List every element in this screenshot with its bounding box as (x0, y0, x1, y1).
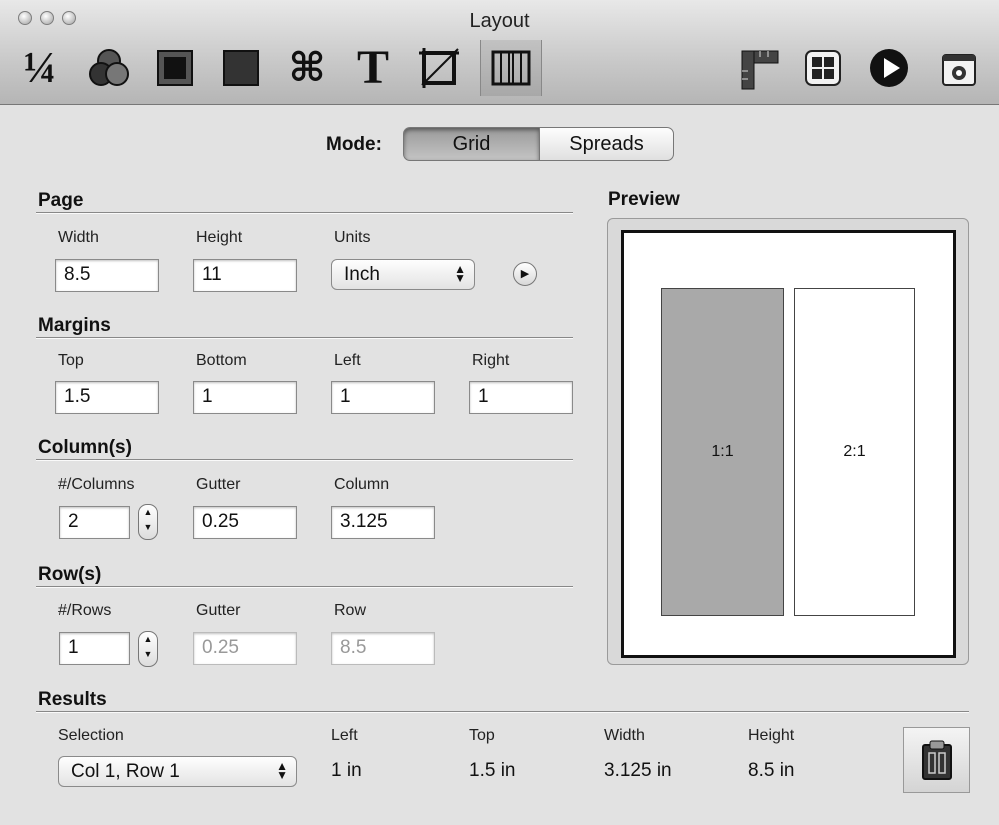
margins-heading: Margins (38, 315, 111, 336)
camera-icon[interactable] (936, 42, 982, 94)
column-gutter-label: Gutter (196, 476, 241, 493)
selection-value: Col 1, Row 1 (71, 761, 180, 782)
result-top-label: Top (469, 727, 495, 744)
margins-divider (36, 337, 573, 339)
preview-cell-1[interactable]: 1:1 (661, 288, 784, 616)
preview-cell-2-label: 2:1 (843, 443, 866, 460)
grid-icon[interactable] (800, 42, 846, 94)
columns-icon[interactable] (480, 40, 542, 96)
result-left-label: Left (331, 727, 358, 744)
units-value: Inch (344, 264, 380, 285)
columns-stepper[interactable]: ▲ ▼ (138, 504, 158, 540)
page-heading: Page (38, 190, 84, 211)
command-icon[interactable]: ⌘ (284, 42, 330, 94)
height-label: Height (196, 229, 243, 246)
fraction-icon[interactable]: ¼ (16, 42, 64, 94)
gray-square-icon[interactable] (218, 42, 264, 94)
bottom-label: Bottom (196, 352, 247, 369)
layout-window: Layout ¼ ⌘ T Mode: Grid Spreads Page Wid… (0, 0, 999, 825)
play-small-icon[interactable]: ▶ (513, 262, 537, 286)
result-height-label: Height (748, 727, 795, 744)
rows-count-field[interactable]: 1 (59, 632, 130, 665)
top-label: Top (58, 352, 84, 369)
column-gutter-field[interactable]: 0.25 (193, 506, 297, 539)
results-divider (36, 711, 969, 713)
page-height-field[interactable]: 11 (193, 259, 297, 292)
toolbar: Layout ¼ ⌘ T (0, 0, 999, 105)
column-width-field[interactable]: 3.125 (331, 506, 435, 539)
rows-divider (36, 586, 573, 588)
result-width-label: Width (604, 727, 645, 744)
result-width-value: 3.125 in (604, 760, 672, 781)
column-width-label: Column (334, 476, 390, 493)
margin-bottom-field[interactable]: 1 (193, 381, 297, 414)
preview-cell-2[interactable]: 2:1 (794, 288, 915, 616)
columns-heading: Column(s) (38, 437, 132, 458)
row-height-label: Row (334, 602, 367, 619)
preview-cell-1-label: 1:1 (711, 443, 734, 460)
preview-heading: Preview (608, 189, 680, 210)
row-height-field: 8.5 (331, 632, 435, 665)
units-label: Units (334, 229, 371, 246)
page-divider (36, 212, 573, 214)
copy-to-clipboard-button[interactable] (903, 727, 970, 793)
play-icon[interactable] (866, 42, 912, 94)
clipboard-icon (921, 740, 952, 780)
row-gutter-field: 0.25 (193, 632, 297, 665)
mode-spreads-button[interactable]: Spreads (539, 127, 674, 161)
columns-count-field[interactable]: 2 (59, 506, 130, 539)
columns-divider (36, 459, 573, 461)
shadow-square-icon[interactable] (152, 42, 198, 94)
mode-label: Mode: (326, 134, 382, 155)
page-width-field[interactable]: 8.5 (55, 259, 159, 292)
selection-label: Selection (58, 727, 124, 744)
crop-icon[interactable] (414, 42, 464, 94)
rows-stepper[interactable]: ▲ ▼ (138, 631, 158, 667)
text-icon[interactable]: T (350, 42, 396, 94)
selection-popup[interactable]: Col 1, Row 1 ▲ ▼ (58, 756, 297, 787)
right-label: Right (472, 352, 510, 369)
left-label: Left (334, 352, 361, 369)
result-left-value: 1 in (331, 760, 362, 781)
margin-right-field[interactable]: 1 (469, 381, 573, 414)
columns-count-label: #/Columns (58, 476, 135, 493)
rows-count-label: #/Rows (58, 602, 112, 619)
width-label: Width (58, 229, 99, 246)
row-gutter-label: Gutter (196, 602, 241, 619)
color-circles-icon[interactable] (84, 42, 134, 94)
popup-arrows-icon: ▲ ▼ (454, 262, 466, 285)
rows-heading: Row(s) (38, 564, 102, 585)
margin-left-field[interactable]: 1 (331, 381, 435, 414)
units-popup[interactable]: Inch ▲ ▼ (331, 259, 475, 290)
results-heading: Results (38, 689, 107, 710)
result-height-value: 8.5 in (748, 760, 795, 781)
popup-arrows-icon: ▲ ▼ (276, 759, 288, 782)
margin-top-field[interactable]: 1.5 (55, 381, 159, 414)
ruler-icon[interactable] (737, 42, 783, 94)
fraction-icon-text: ¼ (23, 43, 57, 92)
result-top-value: 1.5 in (469, 760, 516, 781)
mode-grid-button[interactable]: Grid (403, 127, 540, 161)
window-title: Layout (469, 10, 530, 32)
